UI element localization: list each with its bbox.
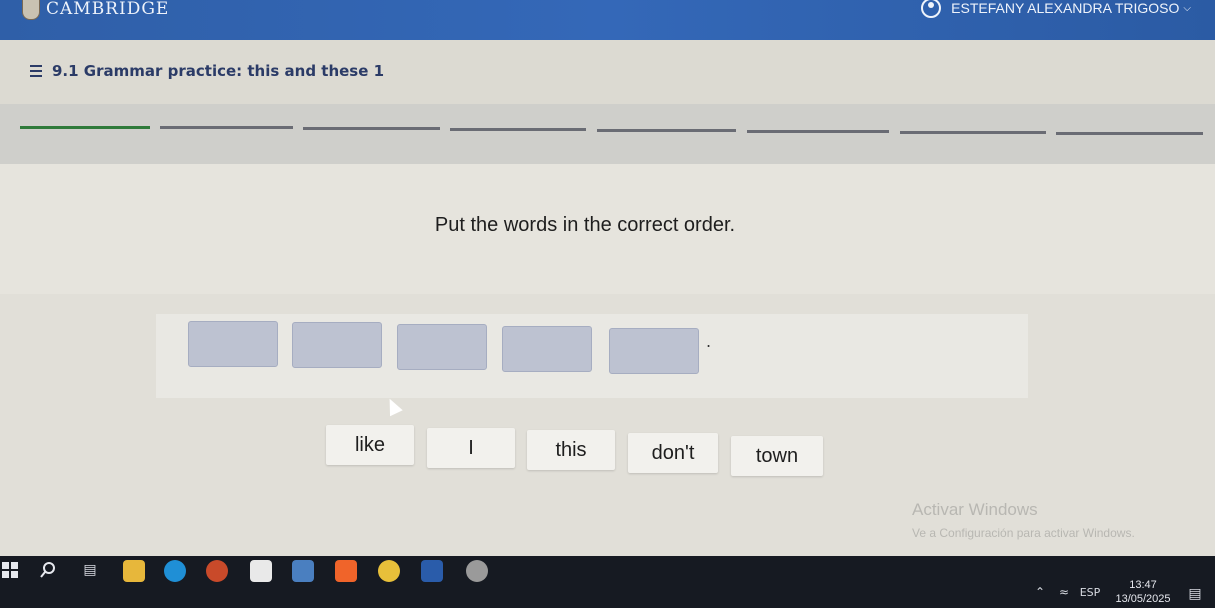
answer-slot-4[interactable]: [502, 326, 592, 372]
progress-segment-5[interactable]: [597, 129, 736, 132]
word-icon[interactable]: [421, 560, 443, 582]
sentence-period: .: [706, 332, 712, 351]
progress-segment-6[interactable]: [747, 130, 889, 133]
answer-slot-2[interactable]: [292, 322, 382, 368]
start-icon[interactable]: [0, 560, 20, 580]
activity-title: 9.1 Grammar practice: this and these 1: [52, 62, 385, 80]
chevron-down-icon: ⌵: [1183, 2, 1191, 14]
activate-windows-watermark: Activar Windows Ve a Configuración para …: [912, 500, 1135, 540]
word-tile-like[interactable]: like: [326, 425, 414, 465]
progress-segment-3[interactable]: [303, 127, 440, 130]
clock-time: 13:47: [1129, 579, 1157, 591]
activity-header: 9.1 Grammar practice: this and these 1: [0, 40, 1215, 104]
edge-icon[interactable]: [164, 560, 186, 582]
wifi-icon[interactable]: ≈: [1054, 582, 1074, 602]
progress-segment-4[interactable]: [450, 128, 586, 131]
word-tile-dont[interactable]: don't: [628, 433, 718, 473]
chrome-profile-icon[interactable]: [466, 560, 488, 582]
instruction-area: Put the words in the correct order.: [0, 164, 1215, 294]
brand-name: CAMBRIDGE: [46, 0, 170, 19]
user-icon: [921, 0, 942, 18]
notification-icon[interactable]: ▤: [1185, 584, 1205, 604]
progress-segment-8[interactable]: [1056, 132, 1203, 135]
calendar-icon[interactable]: [250, 560, 272, 582]
word-tile-this[interactable]: this: [527, 430, 615, 470]
answer-slot-3[interactable]: [397, 324, 487, 370]
clock[interactable]: 13:47 13/05/2025: [1115, 578, 1171, 606]
language-indicator[interactable]: ESP: [1078, 582, 1102, 602]
progress-segment-2[interactable]: [160, 126, 293, 129]
user-name: ESTEFANY ALEXANDRA TRIGOSO: [951, 0, 1180, 16]
answer-slot-5[interactable]: [609, 328, 699, 374]
menu-icon[interactable]: [30, 65, 42, 77]
cambridge-logo[interactable]: CAMBRIDGE: [22, 0, 169, 20]
powerpoint-icon[interactable]: [206, 560, 228, 582]
watermark-title: Activar Windows: [912, 500, 1038, 519]
watermark-subtitle: Ve a Configuración para activar Windows.: [912, 526, 1135, 540]
search-icon[interactable]: [38, 560, 58, 580]
progress-bar: [0, 104, 1215, 164]
user-menu[interactable]: ESTEFANY ALEXANDRA TRIGOSO ⌵: [921, 0, 1191, 18]
brave-icon[interactable]: [335, 560, 357, 582]
instruction-text: Put the words in the correct order.: [434, 214, 736, 236]
answer-slot-1[interactable]: [188, 321, 278, 367]
clock-date: 13/05/2025: [1115, 593, 1171, 605]
word-tile-town[interactable]: town: [731, 436, 823, 476]
answer-panel: .: [156, 314, 1028, 398]
progress-segment-7[interactable]: [900, 131, 1046, 134]
crest-icon: [22, 0, 40, 20]
file-explorer-icon[interactable]: [123, 560, 145, 582]
chevron-up-icon[interactable]: ⌃: [1030, 582, 1050, 602]
progress-segment-1[interactable]: [20, 126, 150, 129]
top-header: CAMBRIDGE ESTEFANY ALEXANDRA TRIGOSO ⌵: [0, 0, 1215, 40]
task-view-icon[interactable]: ▤: [80, 560, 100, 580]
photos-icon[interactable]: [292, 560, 314, 582]
word-tile-i[interactable]: I: [427, 428, 515, 468]
chrome-icon[interactable]: [378, 560, 400, 582]
taskbar: ▤ ⌃ ≈ ESP 13:47 13/05/2025 ▤: [0, 556, 1215, 608]
